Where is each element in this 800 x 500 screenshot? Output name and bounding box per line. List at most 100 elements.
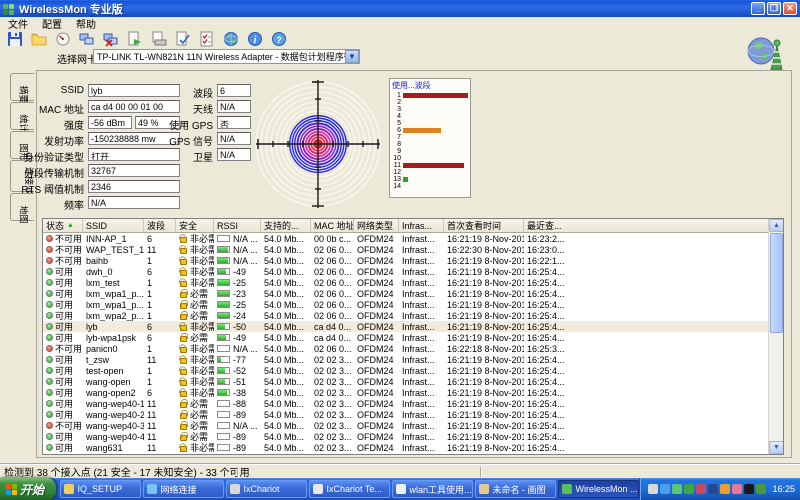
field-value: 2346	[88, 180, 180, 193]
taskbar-button-1[interactable]: 网络连接	[143, 480, 224, 498]
info-icon[interactable]: i	[245, 31, 264, 48]
table-row[interactable]: 可用lxm_test1非必需-2554.0 Mb...02 06 0...OFD…	[43, 277, 783, 288]
table-row[interactable]: 可用lxm_wpa1_p...1必需-2354.0 Mb...02 06 0..…	[43, 288, 783, 299]
tray-icon-1[interactable]	[660, 484, 670, 494]
status-cell: 可用	[43, 398, 83, 409]
table-row[interactable]: 可用test-open1非必需-5254.0 Mb...02 02 3...OF…	[43, 365, 783, 376]
column-header-0[interactable]: 状态▲	[43, 219, 83, 232]
tray-icon-0[interactable]	[648, 484, 658, 494]
table-row[interactable]: 可用lxm_wpa1_p...1必需-2554.0 Mb...02 06 0..…	[43, 299, 783, 310]
network-computers-icon[interactable]	[77, 31, 96, 48]
table-row[interactable]: 可用wang63111非必需-8954.0 Mb...02 02 3...OFD…	[43, 442, 783, 453]
taskbar-button-6[interactable]: WirelessMon ...	[558, 480, 639, 498]
column-header-10[interactable]: 最近查...	[524, 219, 783, 232]
restore-button[interactable]: ❐	[767, 2, 781, 15]
lock-icon	[180, 303, 187, 309]
open-folder-icon[interactable]	[29, 31, 48, 48]
help-icon[interactable]: ?	[269, 31, 288, 48]
taskbar-button-2[interactable]: IxChariot	[226, 480, 307, 498]
rssi-cell: N/A ...	[214, 255, 261, 266]
column-header-8[interactable]: Infras...	[399, 219, 444, 232]
tray-icon-8[interactable]	[744, 484, 754, 494]
minimize-button[interactable]: _	[751, 2, 765, 15]
table-row[interactable]: 可用dwh_06非必需-4954.0 Mb...02 06 0...OFDM24…	[43, 266, 783, 277]
verify-doc-icon[interactable]	[173, 31, 192, 48]
table-row[interactable]: 不可用WAP_TEST_11G11非必需N/A ...54.0 Mb...02 …	[43, 244, 783, 255]
task-icon	[64, 484, 74, 494]
table-row[interactable]: 可用wang-open1非必需-5154.0 Mb...02 02 3...OF…	[43, 376, 783, 387]
unavailable-icon	[46, 235, 53, 242]
tray-icon-6[interactable]	[720, 484, 730, 494]
ssid-cell: lyb	[83, 321, 144, 332]
table-row[interactable]: 可用lyb-wpa1psk6必需-4954.0 Mb...ca d4 0...O…	[43, 332, 783, 343]
tray-icon-3[interactable]	[684, 484, 694, 494]
column-header-7[interactable]: 网络类型	[354, 219, 399, 232]
table-row[interactable]: 可用lxm_wpa2_p...1必需-2454.0 Mb...02 06 0..…	[43, 310, 783, 321]
speed-cell: 54.0 Mb...	[261, 354, 311, 365]
speed-cell: 54.0 Mb...	[261, 310, 311, 321]
table-row[interactable]: 可用wang-wep40-411必需-8954.0 Mb...02 02 3..…	[43, 431, 783, 442]
window-title: WirelessMon 专业版	[19, 1, 123, 17]
signal-bar-icon	[217, 378, 230, 385]
save-icon[interactable]	[5, 31, 24, 48]
menu-item-0[interactable]: 文件	[8, 16, 28, 31]
vertical-scrollbar[interactable]: ▲ ▼	[768, 219, 783, 454]
adapter-combobox[interactable]: TP-LINK TL-WN821N 11N Wireless Adapter -…	[93, 49, 360, 64]
gauge-icon[interactable]	[53, 31, 72, 48]
security-cell: 非必需	[176, 354, 214, 365]
taskbar-button-0[interactable]: IQ_SETUP	[60, 480, 141, 498]
web-globe-icon[interactable]	[221, 31, 240, 48]
scroll-down-icon[interactable]: ▼	[769, 441, 784, 454]
table-row[interactable]: 不可用INN-AP_16非必需N/A ...54.0 Mb...00 0b c.…	[43, 233, 783, 244]
table-row[interactable]: 不可用baihb1非必需N/A ...54.0 Mb...02 06 0...O…	[43, 255, 783, 266]
tray-icon-2[interactable]	[672, 484, 682, 494]
close-button[interactable]: ✕	[783, 2, 797, 15]
taskbar-button-3[interactable]: IxChariot Te...	[309, 480, 390, 498]
table-row[interactable]: 可用wang-wep40-111必需-8854.0 Mb...02 02 3..…	[43, 398, 783, 409]
print-doc-icon[interactable]	[149, 31, 168, 48]
taskbar-button-4[interactable]: wlan工具使用...	[392, 480, 473, 498]
table-row[interactable]: 可用lyb6非必需-5054.0 Mb...ca d4 0...OFDM24In…	[43, 321, 783, 332]
security-cell: 非必需	[176, 277, 214, 288]
start-button[interactable]: 开始	[0, 478, 56, 500]
column-header-6[interactable]: MAC 地址	[311, 219, 354, 232]
scrollbar-thumb[interactable]	[770, 233, 783, 333]
export-doc-icon[interactable]	[125, 31, 144, 48]
column-header-4[interactable]: RSSI	[214, 219, 261, 232]
menu-item-2[interactable]: 帮助	[76, 16, 96, 31]
column-header-5[interactable]: 支持的...	[261, 219, 311, 232]
available-icon	[46, 301, 53, 308]
band-cell: 11	[144, 431, 176, 442]
band-cell: 1	[144, 310, 176, 321]
table-row[interactable]: 可用t_zsw11非必需-7754.0 Mb...02 02 3...OFDM2…	[43, 354, 783, 365]
column-header-1[interactable]: SSID	[83, 219, 144, 232]
table-row[interactable]: 可用wang-wep40-211必需-8954.0 Mb...02 02 3..…	[43, 409, 783, 420]
taskbar-button-5[interactable]: 未命名 - 画图	[475, 480, 556, 498]
table-row[interactable]: 可用wang-open26非必需-3854.0 Mb...02 02 3...O…	[43, 387, 783, 398]
network-type-cell: OFDM24	[354, 365, 399, 376]
last-seen-cell: 16:25:4...	[524, 431, 783, 442]
tray-icon-9[interactable]	[756, 484, 766, 494]
band-cell: 11	[144, 420, 176, 431]
last-seen-cell: 16:25:4...	[524, 365, 783, 376]
column-header-3[interactable]: 安全	[176, 219, 214, 232]
scroll-up-icon[interactable]: ▲	[769, 219, 784, 232]
ssid-cell: baihb	[83, 255, 144, 266]
checklist-icon[interactable]	[197, 31, 216, 48]
first-seen-cell: 16:21:19 8-Nov-2010	[444, 365, 524, 376]
table-row[interactable]: 不可用wang-wep40-311必需N/A ...54.0 Mb...02 0…	[43, 420, 783, 431]
column-header-2[interactable]: 波段	[144, 219, 176, 232]
task-icon	[479, 484, 489, 494]
ssid-cell: test-open	[83, 365, 144, 376]
signal-bar-icon	[217, 235, 230, 242]
tray-icon-4[interactable]	[696, 484, 706, 494]
disconnect-icon[interactable]	[101, 31, 120, 48]
chevron-down-icon[interactable]: ▼	[345, 50, 359, 63]
network-type-cell: OFDM24	[354, 398, 399, 409]
tray-icon-7[interactable]	[732, 484, 742, 494]
column-header-9[interactable]: 首次查看时间	[444, 219, 524, 232]
tray-icon-5[interactable]	[708, 484, 718, 494]
band-cell: 1	[144, 288, 176, 299]
menu-item-1[interactable]: 配置	[42, 16, 62, 31]
table-row[interactable]: 不可用panicn01非必需N/A ...54.0 Mb...02 06 0..…	[43, 343, 783, 354]
